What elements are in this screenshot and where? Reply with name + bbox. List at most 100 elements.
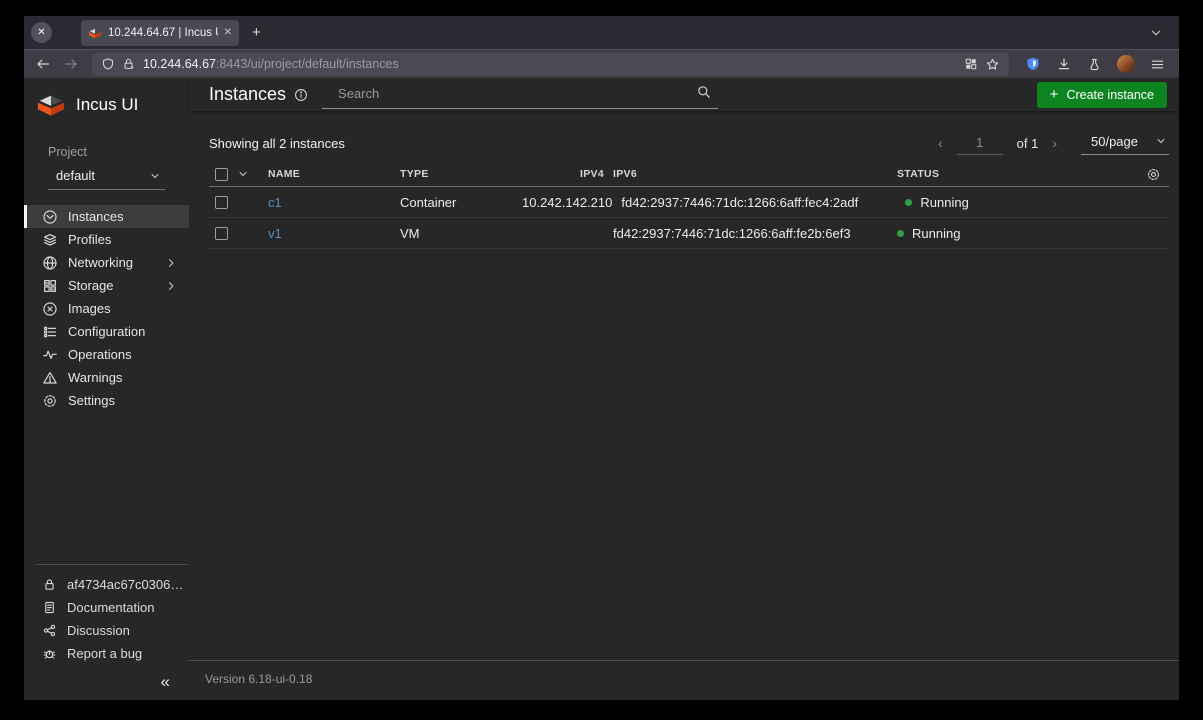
menu-hamburger-icon[interactable] <box>1150 57 1165 72</box>
back-button[interactable] <box>32 53 54 75</box>
gear-icon <box>42 393 58 409</box>
previous-page-button[interactable]: ‹ <box>938 135 943 151</box>
page-size-select[interactable]: 50/page <box>1081 132 1169 155</box>
lock-warning-icon[interactable] <box>122 57 136 71</box>
extension-flask-icon[interactable] <box>1087 57 1102 72</box>
brand-name: Incus UI <box>76 95 138 115</box>
info-icon[interactable] <box>294 88 308 102</box>
page-of-label: of 1 <box>1017 136 1039 151</box>
images-icon <box>42 301 58 317</box>
sidebar-item-certificate[interactable]: af4734ac67c03061c... <box>24 573 189 596</box>
main-footer: Version 6.18-ui-0.18 <box>189 660 1179 700</box>
containers-grid-icon[interactable] <box>964 57 978 71</box>
browser-window: ✕ 10.244.64.67 | Incus UI ✕ + <box>24 16 1179 700</box>
layers-icon <box>42 232 58 248</box>
summary-row: Showing all 2 instances ‹ of 1 › 50/page <box>209 128 1169 158</box>
search-wrap <box>322 81 718 109</box>
column-header-type[interactable]: TYPE <box>400 168 522 180</box>
table-settings-gear-icon[interactable] <box>1146 167 1161 182</box>
tracking-shield-icon[interactable] <box>101 57 115 71</box>
sidebar-item-label: Instances <box>68 209 124 224</box>
sidebar-item-operations[interactable]: Operations <box>24 343 189 366</box>
column-header-ipv6[interactable]: IPV6 <box>604 168 897 180</box>
forward-button[interactable] <box>60 53 82 75</box>
row-checkbox[interactable] <box>215 227 228 240</box>
sidebar-item-instances[interactable]: Instances <box>24 205 189 228</box>
instances-icon <box>42 209 58 225</box>
sidebar-item-report-bug[interactable]: Report a bug <box>24 642 189 665</box>
sidebar-item-label: Configuration <box>68 324 145 339</box>
sidebar-collapse-button[interactable]: « <box>161 673 169 690</box>
sidebar-item-images[interactable]: Images <box>24 297 189 320</box>
sidebar-item-storage[interactable]: Storage <box>24 274 189 297</box>
sidebar-item-discussion[interactable]: Discussion <box>24 619 189 642</box>
search-icon[interactable] <box>696 84 712 100</box>
sidebar-item-warnings[interactable]: Warnings <box>24 366 189 389</box>
sidebar-item-label: Settings <box>68 393 115 408</box>
instance-ipv6: fd42:2937:7446:71dc:1266:6aff:fec4:2adf <box>612 195 905 210</box>
create-instance-button[interactable]: + Create instance <box>1037 82 1167 108</box>
main-body: Showing all 2 instances ‹ of 1 › 50/page <box>189 111 1179 660</box>
download-icon[interactable] <box>1056 56 1072 72</box>
row-select-cell <box>209 227 268 240</box>
bug-icon <box>42 646 57 661</box>
pulse-icon <box>42 347 58 363</box>
project-select[interactable]: default <box>48 166 165 190</box>
status-dot-icon <box>905 199 912 206</box>
version-label: Version 6.18-ui-0.18 <box>205 672 312 686</box>
chevron-right-icon <box>165 257 177 269</box>
lock-icon <box>42 577 57 592</box>
search-input[interactable] <box>322 81 718 109</box>
sidebar-divider <box>36 564 188 565</box>
instance-link[interactable]: c1 <box>268 195 282 210</box>
bulk-select-chevron-icon[interactable] <box>237 168 249 180</box>
row-checkbox[interactable] <box>215 196 228 209</box>
window-close-button[interactable]: ✕ <box>31 22 52 43</box>
account-avatar[interactable] <box>1117 55 1135 73</box>
sidebar-item-documentation[interactable]: Documentation <box>24 596 189 619</box>
sidebar-item-label: Warnings <box>68 370 122 385</box>
url-bar[interactable]: 10.244.64.67:8443/ui/project/default/ins… <box>92 53 1009 76</box>
sidebar-item-configuration[interactable]: Configuration <box>24 320 189 343</box>
sidebar-item-profiles[interactable]: Profiles <box>24 228 189 251</box>
chevron-right-icon <box>165 280 177 292</box>
page-size-value: 50/page <box>1091 134 1138 149</box>
table-header-row: NAME TYPE IPV4 IPV6 STATUS <box>209 162 1169 187</box>
chevron-down-icon <box>1155 135 1167 147</box>
list-all-tabs-chevron-icon[interactable] <box>1149 26 1163 40</box>
page-number-input[interactable] <box>957 132 1003 155</box>
instance-status-cell: Running <box>897 226 1125 241</box>
sidebar-item-label: Discussion <box>67 623 130 638</box>
bookmark-star-icon[interactable] <box>985 57 1000 72</box>
select-all-checkbox[interactable] <box>215 168 228 181</box>
new-tab-button[interactable]: + <box>252 24 261 41</box>
plus-icon: + <box>1050 87 1059 102</box>
row-select-cell <box>209 196 268 209</box>
instance-link[interactable]: v1 <box>268 226 282 241</box>
status-label: Running <box>912 226 960 241</box>
incus-logo-icon <box>36 92 66 117</box>
sidebar: Incus UI Project default Instances <box>24 78 189 700</box>
browser-tab[interactable]: 10.244.64.67 | Incus UI ✕ <box>81 20 239 46</box>
status-label: Running <box>920 195 968 210</box>
brand[interactable]: Incus UI <box>24 84 189 123</box>
project-section: Project default <box>24 145 189 190</box>
project-label: Project <box>48 145 165 159</box>
sidebar-item-settings[interactable]: Settings <box>24 389 189 412</box>
create-instance-label: Create instance <box>1066 88 1154 102</box>
chevron-down-icon <box>149 170 161 182</box>
sidebar-collapse-row: « <box>24 665 189 700</box>
column-header-name[interactable]: NAME <box>268 168 400 180</box>
column-header-status[interactable]: STATUS <box>897 168 1125 180</box>
tab-close-icon[interactable]: ✕ <box>224 27 232 38</box>
sidebar-item-label: Documentation <box>67 600 154 615</box>
instance-ipv6: fd42:2937:7446:71dc:1266:6aff:fe2b:6ef3 <box>604 226 897 241</box>
blue-shield-extension-icon[interactable] <box>1025 56 1041 72</box>
url-text: 10.244.64.67:8443/ui/project/default/ins… <box>143 57 399 71</box>
storage-grid-icon <box>42 278 58 294</box>
next-page-button[interactable]: › <box>1052 135 1057 151</box>
sidebar-item-networking[interactable]: Networking <box>24 251 189 274</box>
project-select-value: default <box>56 168 95 183</box>
page-title-text: Instances <box>209 84 286 105</box>
column-header-ipv4[interactable]: IPV4 <box>522 168 604 180</box>
